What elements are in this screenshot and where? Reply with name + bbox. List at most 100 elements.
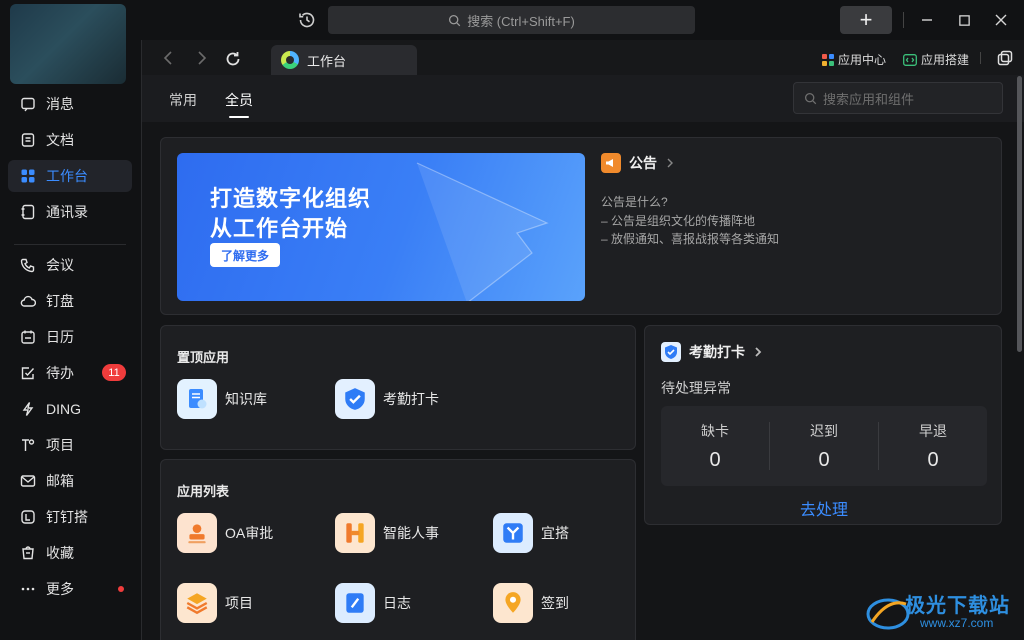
search-icon (449, 14, 461, 26)
yida-icon (493, 513, 533, 553)
meeting-icon (20, 258, 35, 273)
sidebar-item-docs[interactable]: 文档 (8, 124, 132, 156)
global-search-input[interactable]: 搜索 (Ctrl+Shift+F) (328, 6, 695, 34)
app-project[interactable]: 项目 (177, 583, 253, 623)
notice-line: 公告是什么? (601, 195, 668, 209)
sidebar-item-workbench[interactable]: 工作台 (8, 160, 132, 192)
workbench-content: 打造数字化组织 从工作台开始 了解更多 公告 公告是什么? – 公告是组织文化的… (142, 122, 1024, 640)
app-label: OA审批 (225, 525, 274, 541)
stat-late[interactable]: 迟到 0 (770, 406, 878, 486)
app-check-in[interactable]: 签到 (493, 583, 569, 623)
stat-missing-card[interactable]: 缺卡 0 (661, 406, 769, 486)
app-label: 知识库 (225, 391, 267, 407)
refresh-icon[interactable] (224, 50, 242, 68)
scrollbar[interactable] (1017, 76, 1022, 352)
minimize-icon[interactable] (917, 10, 937, 30)
close-icon[interactable] (991, 10, 1011, 30)
sidebar-item-builder[interactable]: 钉钉搭 (8, 501, 132, 533)
app-log[interactable]: 日志 (335, 583, 411, 623)
sidebar-item-meeting[interactable]: 会议 (8, 249, 132, 281)
attendance-stats: 缺卡 0 迟到 0 早退 0 (661, 406, 987, 486)
app-label: 考勤打卡 (383, 391, 439, 407)
app-center-link[interactable]: 应用中心 (822, 51, 886, 68)
tab-common[interactable]: 常用 (169, 90, 197, 110)
app-knowledge-base[interactable]: 知识库 (177, 379, 267, 419)
handle-exceptions-link[interactable]: 去处理 (645, 496, 1003, 520)
maximize-icon[interactable] (954, 10, 974, 30)
back-arrow-icon[interactable] (160, 49, 178, 67)
todo-icon (21, 367, 35, 380)
attendance-icon (335, 379, 375, 419)
notice-line: – 公告是组织文化的传播阵地 (601, 214, 756, 228)
sidebar-item-label: 邮箱 (46, 473, 74, 489)
sidebar-item-cloud-disk[interactable]: 钉盘 (8, 285, 132, 317)
stat-value: 0 (927, 448, 939, 471)
watermark-url: www.xz7.com (920, 616, 994, 630)
app-builder-label: 应用搭建 (921, 53, 970, 67)
sidebar-item-more[interactable]: 更多 (8, 573, 132, 605)
learn-more-button[interactable]: 了解更多 (210, 243, 280, 267)
sidebar-divider (14, 244, 126, 245)
sidebar-item-label: 更多 (46, 581, 74, 597)
sidebar-item-label: 待办 (46, 365, 74, 381)
calendar-icon (21, 330, 35, 344)
history-icon[interactable] (297, 10, 317, 30)
tab-workbench[interactable]: 工作台 (271, 45, 417, 75)
sidebar-item-label: 文档 (46, 132, 74, 148)
promo-banner[interactable]: 打造数字化组织 从工作台开始 了解更多 (177, 153, 585, 301)
sidebar-item-label: DING (46, 401, 81, 417)
app-oa-approval[interactable]: OA审批 (177, 513, 273, 553)
sub-tab-bar: 常用 全员 搜索应用和组件 (142, 75, 1024, 122)
user-avatar[interactable] (10, 4, 126, 84)
project-app-icon (177, 583, 217, 623)
sidebar-item-project[interactable]: 项目 (8, 429, 132, 461)
app-builder-link[interactable]: 应用搭建 (903, 51, 969, 68)
sidebar-item-favorites[interactable]: 收藏 (8, 537, 132, 569)
main-panel: 工作台 应用中心 应用搭建 常用 全员 搜索应用和组件 打造数字化组织 从工作台… (141, 40, 1024, 640)
wing-graphic-icon (416, 162, 549, 301)
sidebar-item-ding[interactable]: DING (8, 393, 132, 425)
open-external-icon[interactable] (997, 50, 1013, 66)
sidebar-item-mail[interactable]: 邮箱 (8, 465, 132, 497)
sidebar-item-calendar[interactable]: 日历 (8, 321, 132, 353)
app-label: 签到 (541, 595, 569, 611)
app-builder-icon (903, 53, 917, 66)
attendance-header[interactable]: 考勤打卡 (661, 342, 763, 362)
watermark-text: 极光下载站 (905, 595, 1010, 617)
banner-title-line2: 从工作台开始 (210, 216, 349, 241)
attendance-title: 考勤打卡 (689, 344, 745, 360)
favorite-icon (22, 546, 34, 560)
forward-arrow-icon[interactable] (192, 49, 210, 67)
app-center-label: 应用中心 (838, 53, 887, 67)
sidebar-item-contacts[interactable]: 通讯录 (8, 196, 132, 228)
app-list-card: 应用列表 OA审批 智能人事 宜搭 项目 日志 签到 (160, 459, 636, 640)
sidebar-item-label: 项目 (46, 437, 74, 453)
app-list-title: 应用列表 (177, 484, 230, 499)
app-label: 宜搭 (541, 525, 569, 541)
workbench-icon (21, 169, 35, 183)
stat-label: 缺卡 (701, 422, 729, 439)
sidebar-item-label: 收藏 (46, 545, 74, 561)
divider (903, 12, 904, 28)
app-attendance[interactable]: 考勤打卡 (335, 379, 439, 419)
app-yida[interactable]: 宜搭 (493, 513, 569, 553)
title-bar: 搜索 (Ctrl+Shift+F) + (0, 0, 1024, 84)
add-button[interactable]: + (840, 6, 892, 34)
stat-value: 0 (709, 448, 721, 471)
sidebar-item-label: 日历 (46, 329, 74, 345)
attendance-icon (661, 342, 681, 362)
stat-label: 迟到 (810, 422, 838, 439)
notice-header[interactable]: 公告 (601, 153, 675, 173)
ding-icon (22, 402, 34, 416)
app-smart-hr[interactable]: 智能人事 (335, 513, 439, 553)
knowledge-base-icon (177, 379, 217, 419)
divider (980, 52, 981, 64)
tab-all-members[interactable]: 全员 (225, 90, 253, 118)
sidebar-item-messages[interactable]: 消息 (8, 88, 132, 120)
check-in-icon (493, 583, 533, 623)
message-icon (21, 97, 35, 112)
notice-title: 公告 (629, 155, 657, 171)
app-search-input[interactable]: 搜索应用和组件 (793, 82, 1003, 114)
stat-early-leave[interactable]: 早退 0 (879, 406, 987, 486)
sidebar-item-todo[interactable]: 待办 11 (8, 357, 132, 389)
